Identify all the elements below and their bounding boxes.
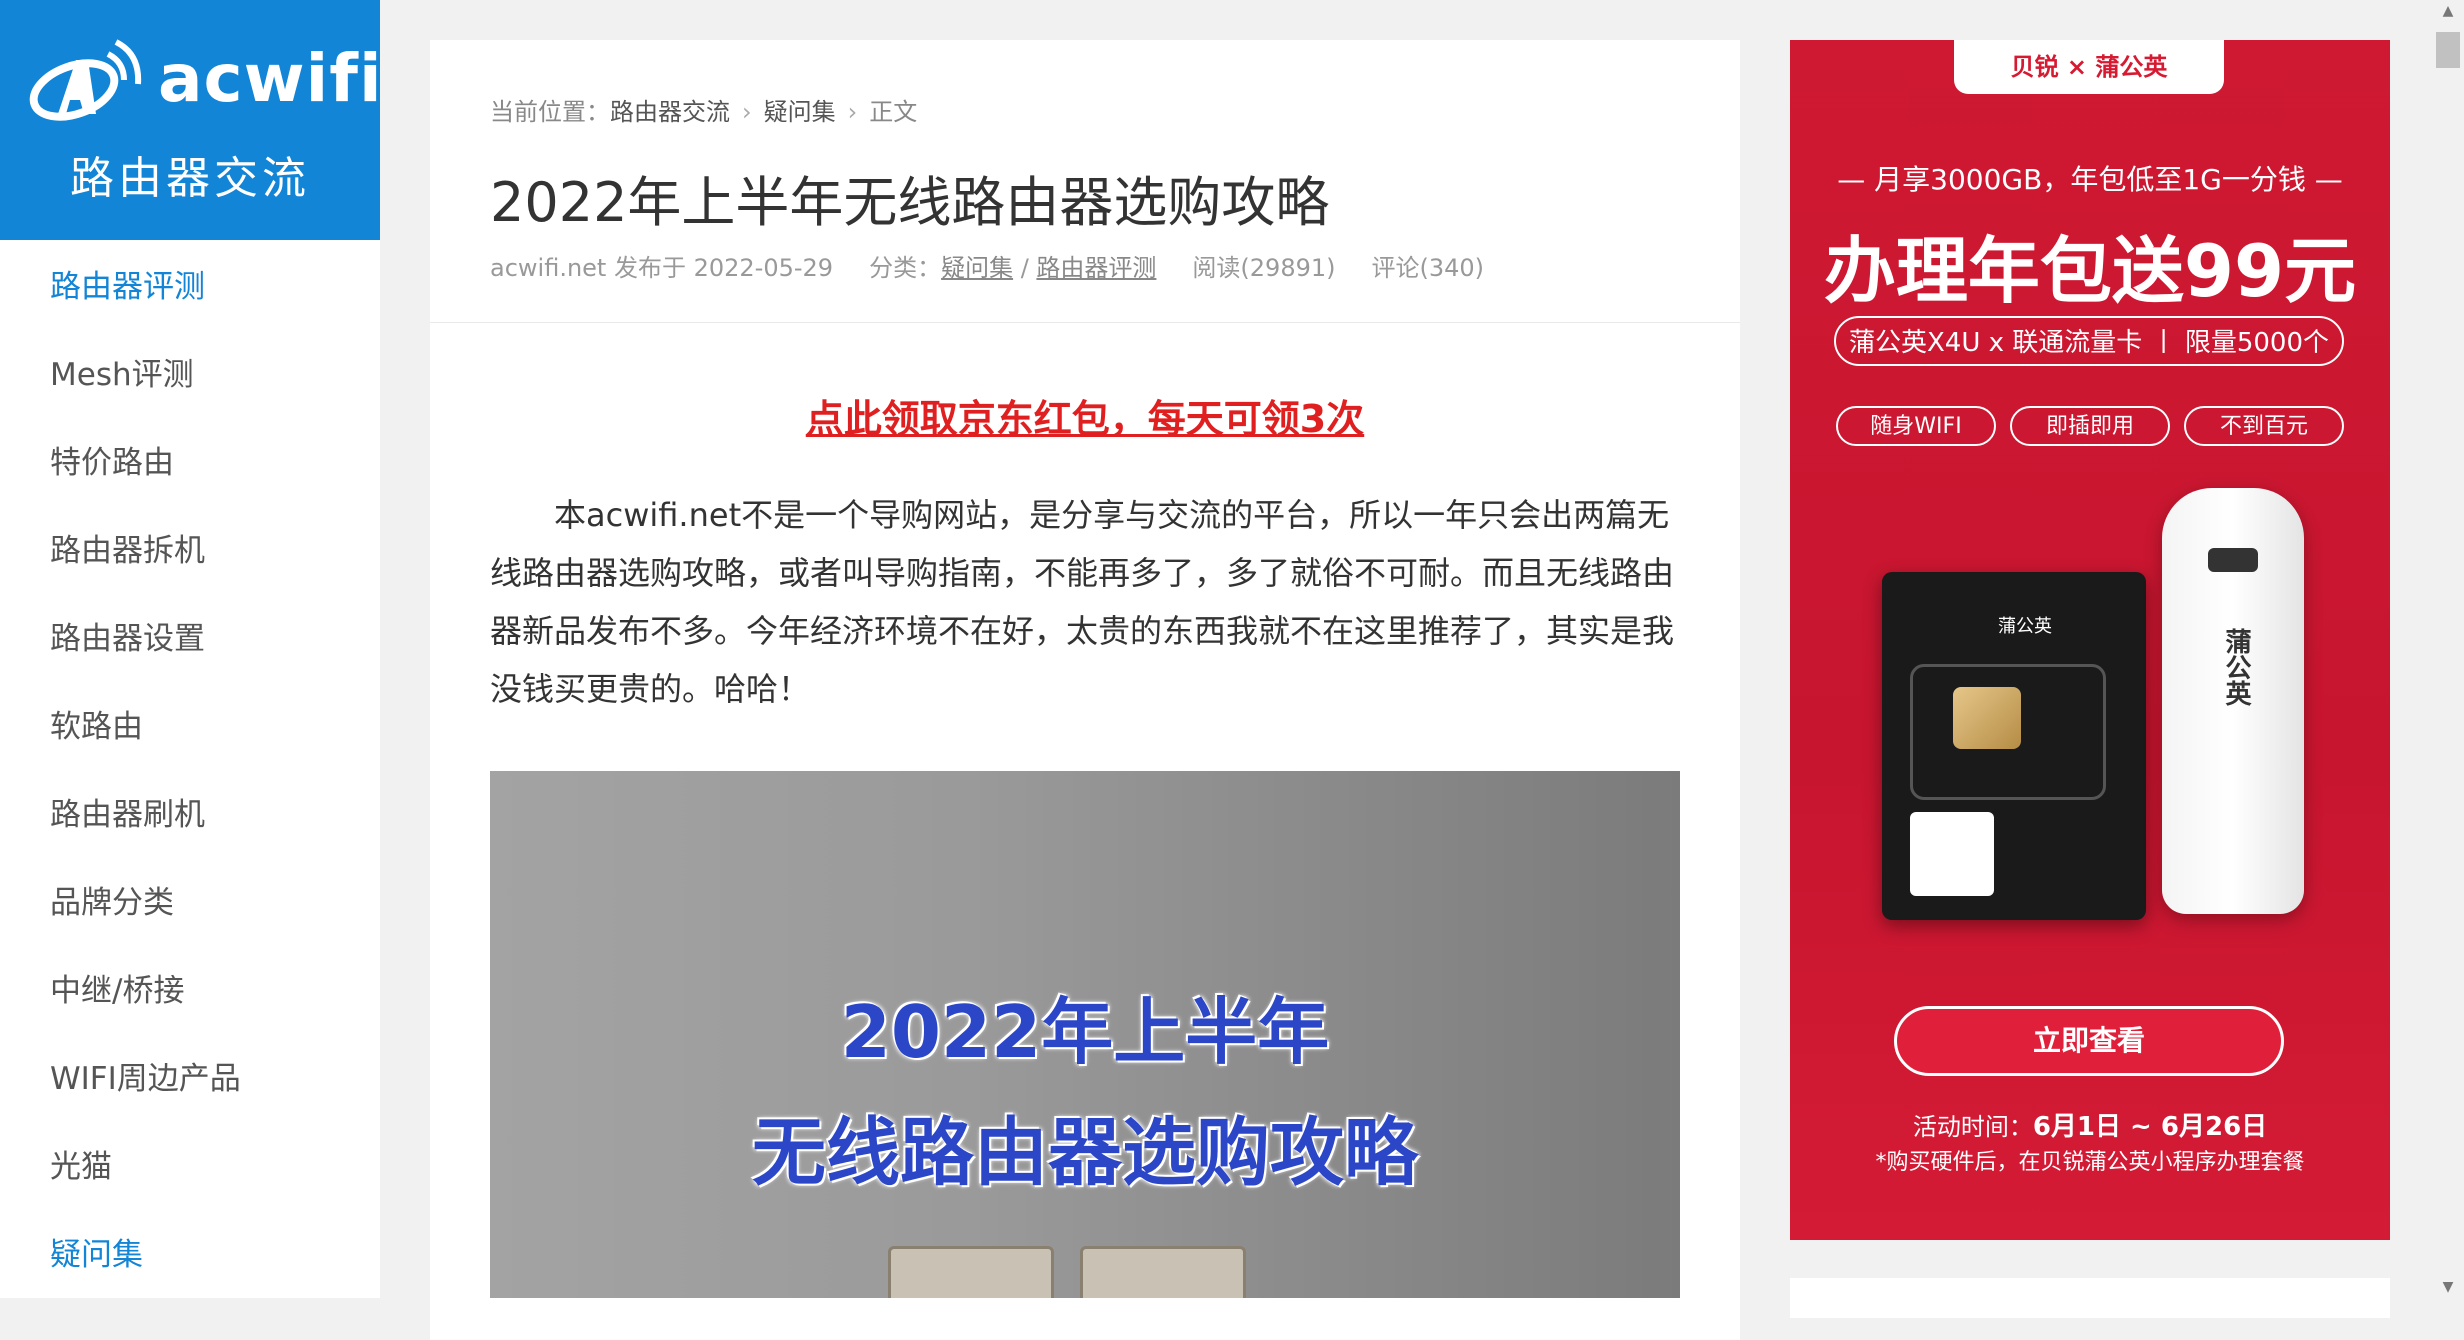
sidebar-item-mesh-review[interactable]: Mesh评测 — [0, 342, 380, 430]
sidebar-item-flashing[interactable]: 路由器刷机 — [0, 782, 380, 870]
hero-text-line1: 2022年上半年 — [840, 990, 1330, 1074]
promo-link[interactable]: 点此领取京东红包，每天可领3次 — [430, 388, 1740, 443]
breadcrumb-home[interactable]: 路由器交流 — [610, 98, 730, 126]
sidebar-widget — [1790, 1278, 2390, 1318]
breadcrumb-separator-icon: › — [847, 98, 858, 126]
sidebar-nav: 路由器评测 Mesh评测 特价路由 路由器拆机 路由器设置 软路由 路由器刷机 … — [0, 254, 380, 1310]
breadcrumb-prefix: 当前位置： — [490, 98, 610, 126]
logo-subtitle: 路由器交流 — [70, 153, 310, 204]
sim-chip — [1910, 664, 2106, 800]
ad-offer-pill: 蒲公英X4U x 联通流量卡 丨 限量5000个 — [1834, 316, 2344, 366]
breadcrumb-category[interactable]: 疑问集 — [764, 98, 836, 126]
article-meta: acwifi.net 发布于 2022-05-29 分类：疑问集 / 路由器评测 阅… — [490, 248, 1484, 283]
site-logo[interactable]: acwifi 路由器交流 — [0, 0, 383, 240]
meta-comments[interactable]: 评论(340) — [1372, 254, 1485, 282]
article-paragraph: 本acwifi.net不是一个导购网站，是分享与交流的平台，所以一年只会出两篇无… — [490, 496, 1675, 708]
sim-brand-label: 蒲公英 — [1998, 616, 2052, 637]
sidebar-advertisement[interactable]: 贝锐 × 蒲公英 — 月享3000GB，年包低至1G一分钱 — 办理年包送99元… — [1790, 40, 2390, 1240]
meta-category-separator: / — [1013, 254, 1037, 282]
breadcrumb: 当前位置：路由器交流 › 疑问集 › 正文 — [490, 92, 917, 127]
article-title: 2022年上半年无线路由器选购攻略 — [490, 171, 1330, 234]
scrollbar-thumb[interactable] — [2436, 32, 2460, 68]
ad-view-button[interactable]: 立即查看 — [1894, 1006, 2284, 1076]
breadcrumb-separator-icon: › — [742, 98, 752, 126]
sidebar-item-optical-modem[interactable]: 光猫 — [0, 1134, 380, 1222]
sidebar-item-relay-bridge[interactable]: 中继/桥接 — [0, 958, 380, 1046]
usb-wifi-stick-image: 蒲公英 — [2162, 488, 2304, 914]
logo-name: acwifi — [158, 40, 383, 117]
ad-date-range: 6月1日 ~ 6月26日 — [2032, 1112, 2268, 1142]
article-hero-image: 2022年上半年 无线路由器选购攻略 — [490, 771, 1680, 1298]
meta-category-label: 分类： — [869, 254, 942, 282]
page-scrollbar[interactable]: ▲ ▼ — [2432, 0, 2464, 1298]
router-board-image — [888, 1246, 1054, 1298]
sidebar-item-soft-router[interactable]: 软路由 — [0, 694, 380, 782]
ad-note: *购买硬件后，在贝锐蒲公英小程序办理套餐 — [1875, 1150, 2305, 1175]
stick-brand-label: 蒲公英 — [2221, 628, 2251, 706]
ad-date: 活动时间：6月1日 ~ 6月26日 — [1790, 1106, 2390, 1143]
router-board-image — [1080, 1246, 1246, 1298]
scroll-down-arrow-icon[interactable]: ▼ — [2432, 1276, 2464, 1298]
ad-tagline: — 月享3000GB，年包低至1G一分钱 — — [1837, 163, 2343, 196]
meta-category-link[interactable]: 疑问集 — [941, 254, 1013, 282]
scroll-up-arrow-icon[interactable]: ▲ — [2432, 0, 2464, 22]
ad-brand-badge: 贝锐 × 蒲公英 — [1954, 40, 2224, 94]
qr-code-icon — [1910, 812, 1994, 896]
sidebar-item-faq[interactable]: 疑问集 — [0, 1222, 380, 1310]
sidebar-item-router-review[interactable]: 路由器评测 — [0, 254, 380, 342]
hero-text-line2: 无线路由器选购攻略 — [752, 1110, 1418, 1196]
wifi-logo-icon — [29, 39, 142, 121]
meta-reads: 阅读(29891) — [1192, 254, 1336, 282]
sidebar: acwifi 路由器交流 路由器评测 Mesh评测 特价路由 路由器拆机 路由器… — [0, 0, 383, 1298]
breadcrumb-current: 正文 — [869, 98, 918, 126]
sidebar-item-deal-routers[interactable]: 特价路由 — [0, 430, 380, 518]
article: 当前位置：路由器交流 › 疑问集 › 正文 2022年上半年无线路由器选购攻略 acwi… — [430, 40, 1740, 1340]
ad-headline: 办理年包送99元 — [1823, 229, 2357, 313]
ad-tag: 随身WIFI — [1836, 406, 1996, 446]
sim-card-image: 蒲公英 — [1882, 572, 2146, 920]
article-header: 当前位置：路由器交流 › 疑问集 › 正文 2022年上半年无线路由器选购攻略 acwi… — [430, 40, 1740, 323]
sidebar-item-wifi-peripherals[interactable]: WIFI周边产品 — [0, 1046, 380, 1134]
ad-date-label: 活动时间： — [1912, 1113, 2033, 1141]
ad-tag: 即插即用 — [2010, 406, 2170, 446]
ad-tag: 不到百元 — [2184, 406, 2344, 446]
sidebar-item-brands[interactable]: 品牌分类 — [0, 870, 380, 958]
sidebar-item-teardown[interactable]: 路由器拆机 — [0, 518, 380, 606]
meta-category-link[interactable]: 路由器评测 — [1036, 254, 1156, 282]
wifi-led-icon — [2208, 548, 2258, 572]
sidebar-item-settings[interactable]: 路由器设置 — [0, 606, 380, 694]
meta-author-date: acwifi.net 发布于 2022-05-29 — [490, 254, 834, 282]
